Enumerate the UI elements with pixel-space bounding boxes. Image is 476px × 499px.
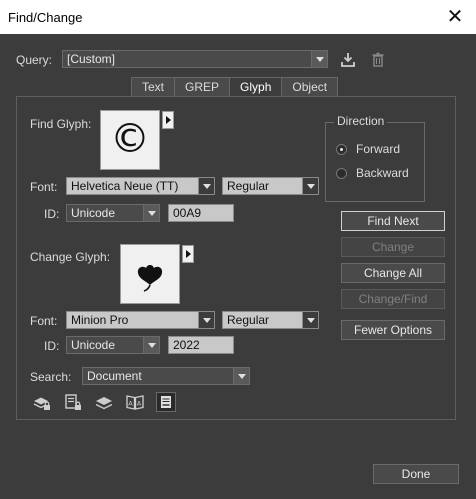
footnotes-icon[interactable] (156, 392, 176, 412)
dialog-body: Query: [Custom] Text GREP Glyph Object F… (0, 34, 476, 499)
search-scope-dropdown[interactable]: Document (82, 367, 250, 385)
find-font-value: Helvetica Neue (TT) (71, 179, 179, 193)
change-button[interactable]: Change (341, 237, 445, 257)
svg-text:A: A (128, 400, 133, 408)
change-id-type-dropdown[interactable]: Unicode (66, 336, 160, 354)
floral-heart-glyph (137, 265, 163, 292)
chevron-down-icon (302, 178, 318, 194)
find-change-window: Find/Change ✕ Query: [Custom] Text GREP … (0, 0, 476, 499)
search-scope-value: Document (87, 369, 142, 383)
fewer-options-button[interactable]: Fewer Options (341, 320, 445, 340)
find-glyph-flyout-button[interactable] (162, 111, 174, 129)
find-font-label: Font: (30, 180, 58, 194)
change-id-label: ID: (44, 339, 60, 353)
mode-tabs: Text GREP Glyph Object (131, 77, 339, 97)
change-font-label: Font: (30, 314, 58, 328)
chevron-down-icon (198, 178, 214, 194)
chevron-down-icon (233, 368, 249, 384)
direction-backward-label: Backward (356, 166, 409, 180)
done-button[interactable]: Done (373, 464, 459, 484)
change-id-input[interactable]: 2022 (168, 336, 234, 354)
query-value: [Custom] (67, 52, 116, 66)
chevron-down-icon (198, 312, 214, 328)
trash-icon[interactable] (368, 50, 388, 70)
tab-object[interactable]: Object (281, 77, 339, 97)
change-style-dropdown[interactable]: Regular (222, 311, 319, 329)
tab-grep[interactable]: GREP (174, 77, 230, 97)
copyright-glyph: © (110, 116, 150, 162)
direction-group: Direction Forward Backward (325, 114, 425, 202)
find-style-dropdown[interactable]: Regular (222, 177, 319, 195)
change-glyph-preview[interactable] (120, 244, 180, 304)
save-query-icon[interactable] (338, 50, 358, 70)
change-font-value: Minion Pro (71, 313, 129, 327)
hidden-layers-icon[interactable] (94, 392, 114, 412)
query-label: Query: (16, 53, 53, 67)
find-glyph-label: Find Glyph: (30, 117, 92, 131)
chevron-down-icon (302, 312, 318, 328)
close-icon[interactable]: ✕ (442, 4, 468, 30)
direction-forward-label: Forward (356, 142, 401, 156)
chevron-down-icon (143, 205, 159, 221)
locked-stories-icon[interactable] (63, 392, 83, 412)
find-id-input[interactable]: 00A9 (168, 204, 234, 222)
tab-glyph[interactable]: Glyph (229, 77, 282, 97)
change-all-button[interactable]: Change All (341, 263, 445, 283)
find-glyph-preview[interactable]: © (100, 110, 160, 170)
title-bar: Find/Change ✕ (0, 0, 476, 34)
chevron-down-icon (311, 51, 327, 67)
change-glyph-flyout-button[interactable] (182, 245, 194, 263)
query-dropdown[interactable]: [Custom] (62, 50, 328, 68)
search-label: Search: (30, 370, 72, 384)
tab-text[interactable]: Text (131, 77, 175, 97)
direction-backward-radio[interactable] (336, 168, 347, 179)
find-next-button[interactable]: Find Next (341, 211, 445, 231)
change-glyph-label: Change Glyph: (30, 250, 111, 264)
direction-title: Direction (334, 114, 388, 128)
change-find-button[interactable]: Change/Find (341, 289, 445, 309)
master-pages-icon[interactable]: A A (125, 392, 145, 412)
chevron-down-icon (143, 337, 159, 353)
change-font-dropdown[interactable]: Minion Pro (66, 311, 215, 329)
window-title: Find/Change (8, 10, 83, 25)
find-id-type-dropdown[interactable]: Unicode (66, 204, 160, 222)
svg-text:A: A (137, 400, 142, 408)
find-font-dropdown[interactable]: Helvetica Neue (TT) (66, 177, 215, 195)
find-id-label: ID: (44, 207, 60, 221)
locked-layers-icon[interactable] (32, 392, 52, 412)
direction-forward-radio[interactable] (336, 144, 347, 155)
